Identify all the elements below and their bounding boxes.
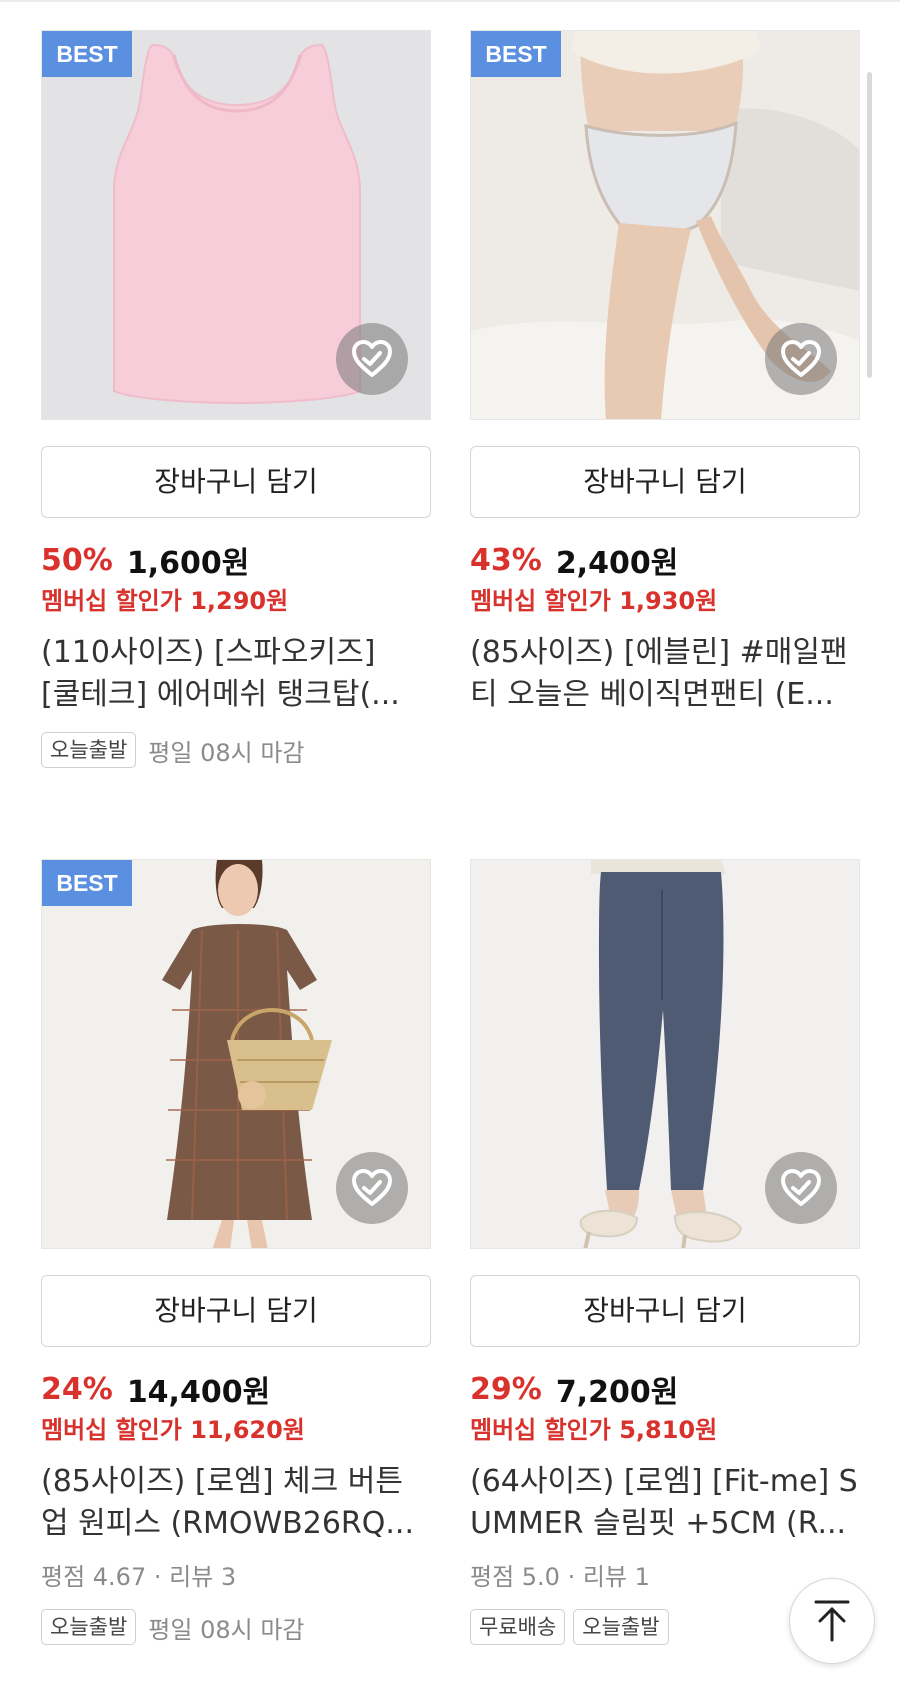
title-line: [쿨테크] 에어메쉬 탱크탑(...: [41, 677, 400, 712]
tag-row: 오늘출발 평일 08시 마감: [41, 730, 431, 770]
cutoff-note: 평일 08시 마감: [148, 738, 305, 767]
best-badge: BEST: [42, 860, 132, 906]
product-title[interactable]: (64사이즈) [로엠] [Fit-me] S UMMER 슬림핏 +5CM (…: [470, 1461, 860, 1545]
add-to-cart-button[interactable]: 장바구니 담기: [41, 446, 431, 518]
membership-price: 멤버십 할인가 11,620원: [41, 1416, 305, 1444]
sale-price: 14,400원: [126, 1375, 271, 1410]
product-image[interactable]: BEST: [41, 30, 431, 420]
add-to-cart-button[interactable]: 장바구니 담기: [470, 1275, 860, 1347]
product-card[interactable]: BEST 장바구니 담기 24% 14,400원 멤버십 할인가 11,620원…: [41, 859, 431, 1647]
title-line: (85사이즈) [로엠] 체크 버튼: [41, 1464, 403, 1499]
product-card[interactable]: 장바구니 담기 29% 7,200원 멤버십 할인가 5,810원 (64사이즈…: [470, 859, 860, 1647]
title-line: (64사이즈) [로엠] [Fit-me] S: [470, 1464, 858, 1499]
heart-check-icon[interactable]: [336, 323, 408, 395]
tag-row: 오늘출발 평일 08시 마감: [41, 1607, 431, 1647]
top-divider: [0, 0, 900, 2]
heart-check-icon[interactable]: [336, 1152, 408, 1224]
sale-price: 2,400원: [555, 546, 679, 581]
add-to-cart-button[interactable]: 장바구니 담기: [470, 446, 860, 518]
discount-rate: 29%: [470, 1371, 542, 1407]
discount-rate: 43%: [470, 542, 542, 578]
heart-check-icon[interactable]: [765, 323, 837, 395]
scrollbar[interactable]: [867, 72, 872, 378]
arrow-up-icon: [814, 1600, 850, 1642]
title-line: 티 오늘은 베이직면팬티 (E...: [470, 677, 834, 712]
title-line: (85사이즈) [에블린] #매일팬: [470, 635, 848, 670]
product-title[interactable]: (85사이즈) [에블린] #매일팬 티 오늘은 베이직면팬티 (E...: [470, 632, 860, 716]
heart-check-icon[interactable]: [765, 1152, 837, 1224]
title-line: (110사이즈) [스파오키즈]: [41, 635, 376, 670]
best-badge: BEST: [42, 31, 132, 77]
discount-rate: 24%: [41, 1371, 113, 1407]
product-card[interactable]: BEST 장바구니 담기 50% 1,600원 멤버십 할인가 1,290원 (…: [41, 30, 431, 770]
same-day-ship-tag: 오늘출발: [41, 732, 137, 768]
sale-price: 1,600원: [126, 546, 250, 581]
add-to-cart-button[interactable]: 장바구니 담기: [41, 1275, 431, 1347]
cutoff-note: 평일 08시 마감: [148, 1615, 305, 1644]
discount-rate: 50%: [41, 542, 113, 578]
product-title[interactable]: (85사이즈) [로엠] 체크 버튼 업 원피스 (RMOWB26RQ...: [41, 1461, 431, 1545]
rating-review-count: 평점 4.67 · 리뷰 3: [41, 1563, 237, 1591]
title-line: 업 원피스 (RMOWB26RQ...: [41, 1506, 415, 1541]
scroll-to-top-button[interactable]: [789, 1578, 875, 1664]
title-line: UMMER 슬림핏 +5CM (R...: [470, 1506, 847, 1541]
same-day-ship-tag: 오늘출발: [573, 1609, 669, 1645]
sale-price: 7,200원: [555, 1375, 679, 1410]
product-image[interactable]: BEST: [41, 859, 431, 1249]
same-day-ship-tag: 오늘출발: [41, 1609, 137, 1645]
rating-review-count: 평점 5.0 · 리뷰 1: [470, 1563, 650, 1591]
product-image[interactable]: [470, 859, 860, 1249]
membership-price: 멤버십 할인가 1,290원: [41, 587, 289, 615]
best-badge: BEST: [471, 31, 561, 77]
product-image[interactable]: BEST: [470, 30, 860, 420]
product-card[interactable]: BEST 장바구니 담기 43% 2,400원 멤버십 할인가 1,930원 (…: [470, 30, 860, 716]
membership-price: 멤버십 할인가 5,810원: [470, 1416, 718, 1444]
free-shipping-tag: 무료배송: [470, 1609, 566, 1645]
membership-price: 멤버십 할인가 1,930원: [470, 587, 718, 615]
product-title[interactable]: (110사이즈) [스파오키즈] [쿨테크] 에어메쉬 탱크탑(...: [41, 632, 431, 716]
